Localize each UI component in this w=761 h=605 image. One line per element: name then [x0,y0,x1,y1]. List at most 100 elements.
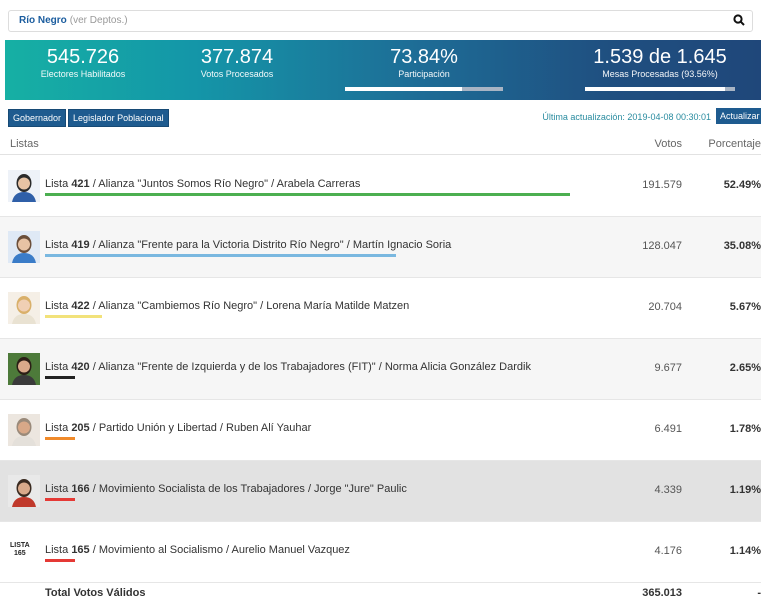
list-badge: LISTA 165 [10,542,30,558]
results-table-body: Lista 421 / Alianza "Juntos Somos Río Ne… [0,156,761,583]
participacion-stat: 73.84% Participación [345,46,503,91]
participacion-label: Participación [398,69,450,79]
vote-share-bar [45,437,75,440]
votes-value: 128.047 [642,240,682,252]
vote-share-bar [45,315,102,318]
list-number: 420 [71,361,90,373]
total-pct: - [757,587,761,599]
table-row[interactable]: Lista 205 / Partido Unión y Libertad / R… [0,400,761,461]
candidate-photo [8,353,40,385]
candidate-photo [8,292,40,324]
table-row[interactable]: Lista 421 / Alianza "Juntos Somos Río Ne… [0,156,761,217]
votos-stat: 377.874 Votos Procesados [177,46,297,80]
votos-value: 377.874 [200,46,274,68]
list-word: Lista [45,178,69,190]
table-row[interactable]: Lista 422 / Alianza "Cambiemos Río Negro… [0,278,761,339]
mesas-label: Mesas Procesadas (93.56%) [602,69,718,79]
candidate-photo [8,475,40,507]
departments-link[interactable]: (ver Deptos.) [70,15,128,26]
list-name: Movimiento al Socialismo / Aurelio Manue… [98,544,350,556]
electores-stat: 545.726 Electores Habilitados [23,46,143,80]
percentage-value: 52.49% [723,179,761,191]
mesas-progress-fill [585,87,726,91]
list-description[interactable]: Lista 421 / Alianza "Juntos Somos Río Ne… [45,178,360,190]
list-description[interactable]: Lista 422 / Alianza "Cambiemos Río Negro… [45,300,409,312]
votes-value: 191.579 [642,179,682,191]
electores-value: 545.726 [46,46,120,68]
participacion-value: 73.84% [390,46,458,68]
percentage-value: 2.65% [729,362,761,374]
list-word: Lista [45,239,69,251]
percentage-value: 1.14% [729,545,761,557]
mesas-value: 1.539 de 1.645 [593,46,727,68]
list-word: Lista [45,544,69,556]
table-row[interactable]: Lista 166 / Movimiento Socialista de los… [0,461,761,522]
list-word: Lista [45,422,69,434]
percentage-value: 1.78% [729,423,761,435]
total-label: Total Votos Válidos [45,587,146,599]
header-votos: Votos [654,138,682,150]
header-porcentaje: Porcentaje [708,138,761,150]
percentage-value: 5.67% [729,301,761,313]
tab-gobernador[interactable]: Gobernador [8,109,67,127]
list-word: Lista [45,361,69,373]
table-row[interactable]: LISTA 165 Lista 165 / Movimiento al Soci… [0,522,761,583]
list-number: 421 [71,178,90,190]
region-link[interactable]: Río Negro (ver Deptos.) [19,15,128,26]
percentage-value: 1.19% [729,484,761,496]
search-icon[interactable] [732,13,746,27]
votes-value: 4.339 [654,484,682,496]
refresh-button[interactable]: Actualizar [716,108,761,124]
list-description[interactable]: Lista 205 / Partido Unión y Libertad / R… [45,422,311,434]
tab-legislador-poblacional[interactable]: Legislador Poblacional [68,109,169,127]
votes-value: 4.176 [654,545,682,557]
list-number: 205 [71,422,90,434]
list-number: 422 [71,300,90,312]
list-word: Lista [45,300,69,312]
mesas-progress-bar [585,87,735,91]
list-name: Alianza "Cambiemos Río Negro" / Lorena M… [98,300,410,312]
votes-value: 9.677 [654,362,682,374]
list-name: Alianza "Frente para la Victoria Distrit… [98,239,452,251]
votes-value: 6.491 [654,423,682,435]
list-number: 166 [71,483,90,495]
list-description[interactable]: Lista 419 / Alianza "Frente para la Vict… [45,239,451,251]
vote-share-bar [45,376,75,379]
list-number: 165 [71,544,90,556]
vote-share-bar [45,254,396,257]
vote-share-bar [45,498,75,501]
candidate-photo [8,170,40,202]
candidate-photo [8,414,40,446]
last-update-text: Última actualización: 2019-04-08 00:30:0… [542,112,711,122]
list-name: Alianza "Juntos Somos Río Negro" / Arabe… [98,178,361,190]
list-description[interactable]: Lista 420 / Alianza "Frente de Izquierda… [45,361,531,373]
search-bar[interactable]: Río Negro (ver Deptos.) [8,10,753,32]
summary-banner: 545.726 Electores Habilitados 377.874 Vo… [5,40,761,100]
results-table-header: Listas Votos Porcentaje [0,132,761,155]
list-description[interactable]: Lista 166 / Movimiento Socialista de los… [45,483,407,495]
vote-share-bar [45,559,75,562]
list-name: Partido Unión y Libertad / Ruben Alí Yau… [98,422,312,434]
participacion-progress-bar [345,87,503,91]
votes-value: 20.704 [648,301,682,313]
list-badge-word: LISTA [10,542,30,549]
votos-label: Votos Procesados [200,69,274,79]
header-listas: Listas [10,138,39,150]
electores-label: Electores Habilitados [40,69,126,79]
total-votes: 365.013 [642,587,682,599]
candidate-photo [8,231,40,263]
list-word: Lista [45,483,69,495]
percentage-value: 35.08% [723,240,761,252]
total-row: Total Votos Válidos 365.013 - [0,577,761,605]
table-row[interactable]: Lista 420 / Alianza "Frente de Izquierda… [0,339,761,400]
mesas-stat: 1.539 de 1.645 Mesas Procesadas (93.56%) [585,46,735,91]
participacion-progress-fill [345,87,462,91]
list-name: Movimiento Socialista de los Trabajadore… [98,483,407,495]
table-row[interactable]: Lista 419 / Alianza "Frente para la Vict… [0,217,761,278]
list-name: Alianza "Frente de Izquierda y de los Tr… [98,361,531,373]
list-number: 419 [71,239,90,251]
vote-share-bar [45,193,570,196]
list-badge-number: 165 [14,550,26,557]
list-description[interactable]: Lista 165 / Movimiento al Socialismo / A… [45,544,350,556]
category-tabs: Gobernador Legislador Poblacional [8,108,171,127]
